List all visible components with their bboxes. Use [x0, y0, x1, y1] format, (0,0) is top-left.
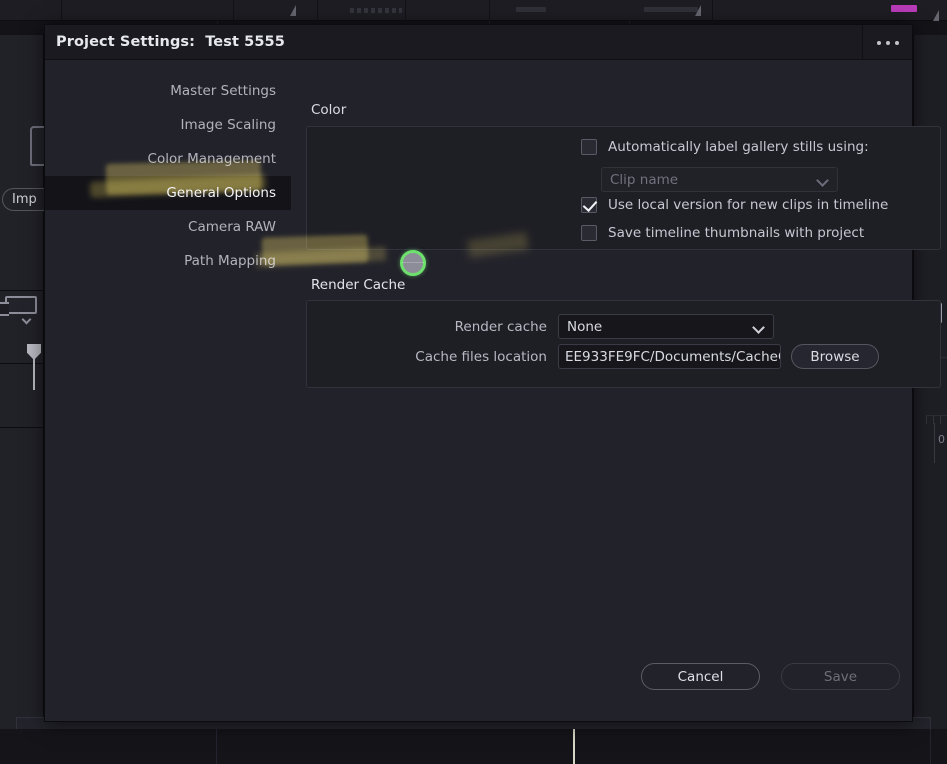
sidebar-item-label: Master Settings: [170, 83, 276, 99]
sidebar-item-label: Path Mapping: [184, 253, 276, 269]
cache-files-location-row: Cache files location EE933FE9FC/Document…: [307, 344, 927, 369]
save-thumbnails-row[interactable]: Save timeline thumbnails with project: [581, 225, 864, 241]
toolbar-marker-icon: [290, 5, 296, 16]
sidebar-item-label: Color Management: [147, 151, 276, 167]
panel-divider: [0, 290, 44, 291]
render-cache-value: None: [567, 318, 603, 335]
dialog-body: Master Settings Image Scaling Color Mana…: [45, 60, 941, 723]
page-title: Project Settings: Test 5555: [56, 34, 285, 50]
color-settings-group: Automatically label gallery stills using…: [306, 126, 941, 250]
toolbar-slider: [644, 7, 698, 12]
sidebar-item-path-mapping[interactable]: Path Mapping: [45, 244, 291, 278]
toolbar-marker-icon: [933, 10, 939, 21]
toolbar-cell: [0, 0, 62, 21]
ellipsis-dot: [894, 40, 899, 45]
screen-root: Imp 0 Project Settings: Test 5555 Master…: [0, 0, 947, 764]
cache-files-location-value: EE933FE9FC/Documents/CacheClip: [565, 348, 781, 365]
toolbar-cell: [406, 0, 490, 21]
cancel-button[interactable]: Cancel: [641, 663, 760, 690]
timeline-playhead[interactable]: [573, 729, 575, 764]
cursor-click-indicator: [400, 250, 426, 276]
ellipsis-dot: [885, 40, 890, 45]
cache-files-location-label: Cache files location: [415, 348, 547, 365]
toolbar-marker-icon: [695, 5, 701, 16]
save-thumbnails-checkbox[interactable]: [581, 225, 597, 241]
stills-naming-value: Clip name: [610, 171, 679, 188]
sidebar-item-label: Image Scaling: [180, 117, 276, 133]
sidebar-item-master-settings[interactable]: Master Settings: [45, 74, 291, 108]
toolbar-cell: [234, 0, 318, 21]
dialog-title-project: Test 5555: [205, 34, 285, 50]
settings-sidebar: Master Settings Image Scaling Color Mana…: [45, 74, 291, 278]
toolbar-cell: [62, 0, 234, 21]
panel-divider: [0, 427, 44, 428]
save-button: Save: [781, 663, 900, 690]
render-cache-group: Render cache None Cache files location E…: [306, 300, 941, 388]
toolbar-slider: [516, 7, 546, 12]
sidebar-item-label: Camera RAW: [188, 219, 276, 235]
render-cache-select[interactable]: None: [558, 314, 774, 339]
auto-label-stills-label: Automatically label gallery stills using…: [608, 139, 869, 155]
auto-label-stills-checkbox[interactable]: [581, 139, 597, 155]
browse-button[interactable]: Browse: [791, 344, 879, 369]
sidebar-item-color-management[interactable]: Color Management: [45, 142, 291, 176]
chevron-down-icon: [816, 174, 829, 187]
playhead-stem: [33, 358, 35, 390]
toolbar-dots-icon: [350, 8, 402, 13]
sidebar-item-general-options[interactable]: General Options: [45, 176, 291, 210]
sidebar-item-label: General Options: [166, 185, 276, 201]
background-toolbar: [0, 0, 947, 21]
background-timeline: [0, 729, 947, 764]
use-local-version-checkbox[interactable]: [581, 197, 597, 213]
use-local-version-row[interactable]: Use local version for new clips in timel…: [581, 197, 888, 213]
toolbar-color-chip: [891, 5, 917, 12]
save-thumbnails-label: Save timeline thumbnails with project: [608, 225, 865, 241]
sidebar-item-camera-raw[interactable]: Camera RAW: [45, 210, 291, 244]
auto-label-stills-row[interactable]: Automatically label gallery stills using…: [581, 139, 869, 155]
dialog-footer: Cancel Save: [45, 655, 912, 723]
settings-content: Color Automatically label gallery stills…: [306, 60, 941, 723]
view-layout-icon[interactable]: [0, 296, 37, 316]
dialog-title-bar[interactable]: Project Settings: Test 5555: [45, 25, 912, 60]
use-local-version-label: Use local version for new clips in timel…: [608, 197, 889, 213]
section-heading-render-cache: Render Cache: [311, 277, 406, 293]
ellipsis-icon[interactable]: [862, 25, 912, 60]
timeline-segment: [17, 729, 217, 764]
section-heading-color: Color: [311, 102, 347, 118]
project-settings-dialog: Project Settings: Test 5555 Master Setti…: [44, 24, 941, 723]
timeline-segment: [217, 729, 574, 764]
render-cache-row: Render cache None: [307, 314, 907, 339]
ruler-divider: [934, 423, 935, 463]
sidebar-item-image-scaling[interactable]: Image Scaling: [45, 108, 291, 142]
playhead-marker[interactable]: [27, 344, 41, 390]
ruler-ticks: [926, 416, 947, 424]
stills-naming-select[interactable]: Clip name: [601, 167, 838, 192]
timeline-segment: [574, 729, 931, 764]
cache-files-location-input[interactable]: EE933FE9FC/Documents/CacheClip: [558, 344, 781, 369]
render-cache-label: Render cache: [454, 318, 547, 335]
ellipsis-dot: [876, 40, 881, 45]
chevron-down-icon: [752, 321, 765, 334]
timecode-readout: 0: [938, 433, 945, 446]
dialog-title-prefix: Project Settings:: [56, 34, 196, 50]
